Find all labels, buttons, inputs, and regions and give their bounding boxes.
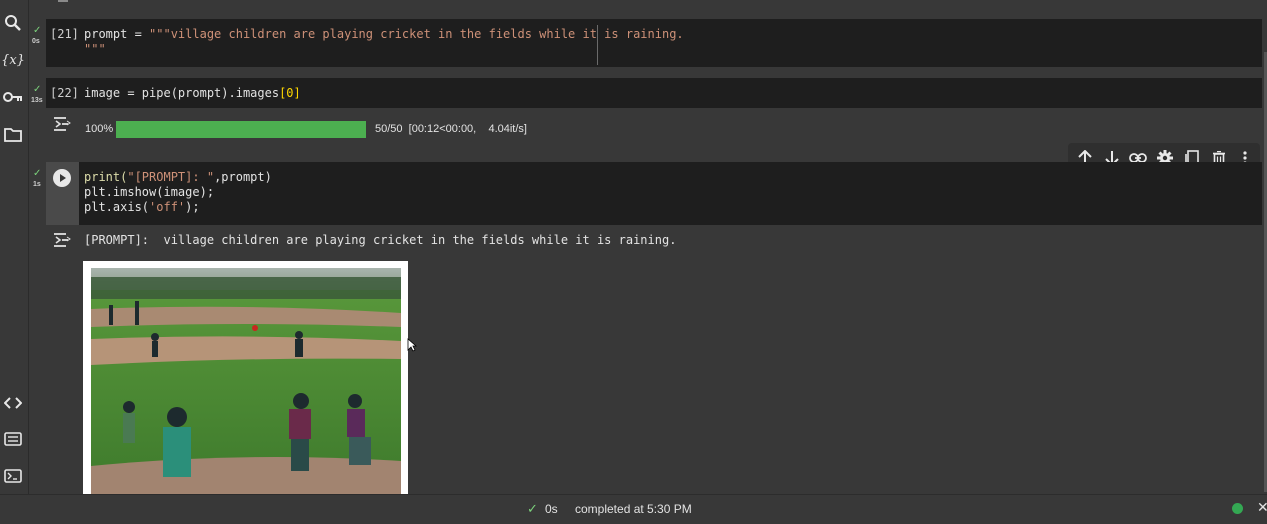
code-token: plt.axis( [84, 200, 150, 214]
code-token: ); [185, 200, 200, 214]
execution-count: [22] [50, 86, 79, 100]
output-toggle-icon[interactable] [52, 232, 72, 253]
left-sidebar: {x} [0, 0, 29, 494]
run-success-icon: ✓ [33, 168, 42, 179]
exec-time: 13s [31, 97, 43, 104]
code-editor[interactable]: [21] prompt = """village children are pl… [46, 19, 1262, 67]
string-token: """village children are playing cricket … [149, 27, 684, 41]
mouse-cursor [407, 338, 418, 357]
play-icon [60, 174, 66, 182]
code-token: prompt = [84, 27, 150, 41]
run-success-icon: ✓ [33, 84, 42, 95]
folder-icon[interactable] [2, 123, 24, 145]
previous-cell-edge [58, 0, 68, 2]
code-token: [0] [279, 86, 301, 100]
text-cursor [597, 25, 598, 65]
connection-status-dot[interactable] [1232, 503, 1243, 514]
progress-bar-fill [116, 121, 366, 138]
search-icon[interactable] [2, 12, 24, 34]
string-token: 'off' [149, 200, 186, 214]
code-token: ,prompt) [214, 170, 272, 184]
output-toggle-icon[interactable] [52, 116, 72, 137]
generated-image [91, 268, 401, 494]
code-editor[interactable]: [22] image = pipe(prompt).images[0] [46, 78, 1262, 108]
run-gutter [46, 162, 79, 225]
code-token: print( [84, 170, 128, 184]
execution-count: [21] [50, 27, 79, 41]
status-message: completed at 5:30 PM [575, 502, 692, 516]
code-line[interactable]: plt.axis('off'); [84, 200, 200, 214]
code-token: image = pipe(prompt).images [84, 86, 280, 100]
status-check-icon: ✓ [527, 501, 538, 516]
key-icon[interactable] [2, 86, 24, 108]
variables-icon[interactable]: {x} [1, 49, 25, 71]
terminal-icon[interactable] [2, 465, 24, 487]
code-line[interactable]: print("[PROMPT]: ",prompt) [84, 170, 272, 184]
progress-percent: 100% [85, 123, 114, 135]
code-line[interactable]: prompt = """village children are playing… [84, 27, 684, 41]
code-snippets-icon[interactable] [2, 392, 24, 414]
command-palette-icon[interactable] [2, 428, 24, 450]
status-bar: ✓ 0s completed at 5:30 PM ✕ [0, 494, 1267, 524]
output-image [83, 261, 408, 494]
output-text: [PROMPT]: village children are playing c… [84, 233, 677, 247]
close-icon[interactable]: ✕ [1257, 499, 1267, 516]
run-cell-button[interactable] [53, 169, 71, 187]
code-line[interactable]: """ [84, 42, 106, 56]
status-exec-time: 0s [545, 502, 558, 516]
exec-time: 1s [33, 181, 41, 188]
run-success-icon: ✓ [33, 25, 42, 36]
code-editor[interactable]: print("[PROMPT]: ",prompt) plt.imshow(im… [79, 162, 1262, 225]
code-line[interactable]: plt.imshow(image); [84, 185, 214, 199]
exec-time: 0s [32, 38, 40, 45]
progress-bar [116, 121, 366, 138]
progress-detail: 50/50 [00:12<00:00, 4.04it/s] [375, 123, 527, 135]
code-line[interactable]: image = pipe(prompt).images[0] [84, 86, 301, 100]
string-token: "[PROMPT]: " [127, 170, 215, 184]
